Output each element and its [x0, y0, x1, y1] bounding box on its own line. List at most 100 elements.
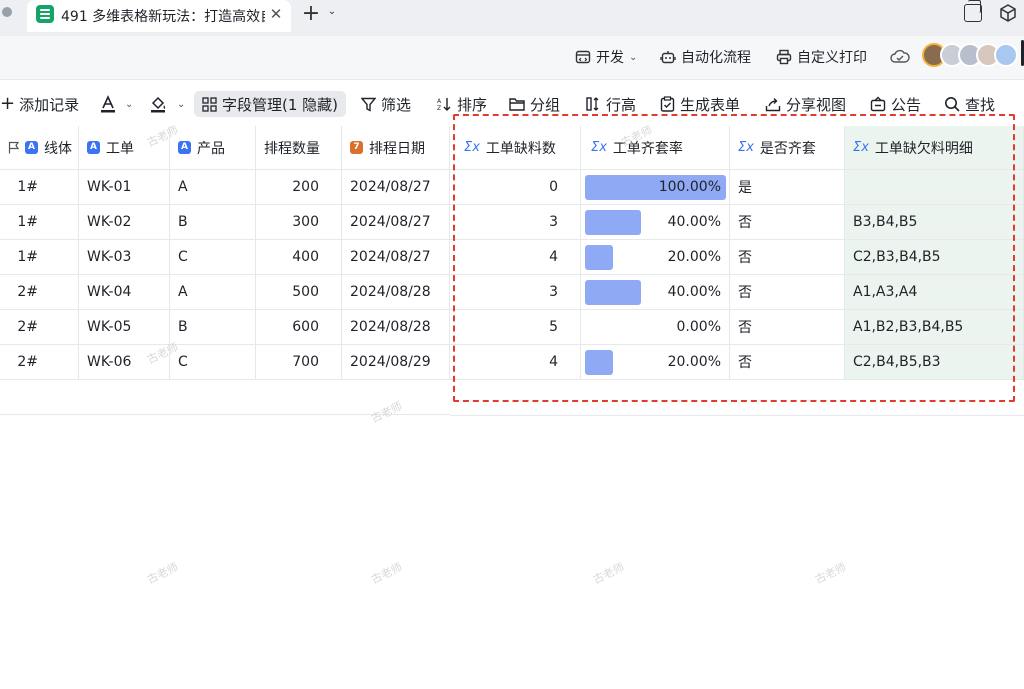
restore-window-icon[interactable]: [964, 0, 982, 22]
column-header-qty[interactable]: 排程数量: [256, 126, 342, 170]
cell-line[interactable]: 2#: [0, 345, 79, 380]
cell-date[interactable]: 2024/08/29: [342, 345, 450, 380]
column-header-label: 工单缺欠料明细: [874, 140, 973, 157]
cell-date[interactable]: 2024/08/27: [342, 170, 450, 205]
cell-rate[interactable]: 20.00%: [581, 345, 730, 380]
text-color-button[interactable]: ⌄: [96, 91, 137, 117]
grid-bottom-divider: [450, 415, 1024, 416]
tab-title: 491 多维表格新玩法：打造高效自动化: [61, 9, 265, 25]
avatar[interactable]: [994, 43, 1018, 67]
cell-product[interactable]: A: [170, 275, 256, 310]
close-icon[interactable]: ✕: [267, 5, 285, 23]
cell-value: 1#: [17, 214, 38, 230]
cell-product[interactable]: C: [170, 240, 256, 275]
prev-tab-indicator[interactable]: [2, 7, 12, 17]
cell-qty[interactable]: 600: [256, 310, 342, 345]
cell-shortage[interactable]: 4: [450, 240, 581, 275]
cell-date[interactable]: 2024/08/27: [342, 240, 450, 275]
cell-rate[interactable]: 100.00%: [581, 170, 730, 205]
fill-color-button[interactable]: ⌄: [146, 91, 189, 117]
cell-rate[interactable]: 20.00%: [581, 240, 730, 275]
cell-shortage[interactable]: 3: [450, 275, 581, 310]
cell-complete[interactable]: 否: [730, 205, 845, 240]
dev-menu-button[interactable]: 开发 ⌄: [575, 46, 637, 68]
field-manage-button[interactable]: 字段管理(1 隐藏): [194, 91, 347, 117]
cell-qty[interactable]: 400: [256, 240, 342, 275]
column-header-detail[interactable]: Σx 工单缺欠料明细: [845, 126, 1024, 170]
active-tab[interactable]: 491 多维表格新玩法：打造高效自动化 ✕: [27, 0, 291, 32]
add-record-button[interactable]: + 添加记录: [0, 91, 83, 117]
cell-shortage[interactable]: 3: [450, 205, 581, 240]
cell-detail[interactable]: A1,A3,A4: [845, 275, 1024, 310]
cell-product[interactable]: A: [170, 170, 256, 205]
cell-detail[interactable]: [845, 170, 1024, 205]
column-header-complete[interactable]: Σx 是否齐套: [730, 126, 845, 170]
folder-icon: [509, 98, 525, 111]
notice-button[interactable]: 公告: [866, 91, 925, 117]
cell-detail[interactable]: A1,B2,B3,B4,B5: [845, 310, 1024, 345]
cube-icon[interactable]: [998, 3, 1018, 23]
cell-complete[interactable]: 否: [730, 275, 845, 310]
sort-button[interactable]: AZ 排序: [432, 91, 491, 117]
cell-date[interactable]: 2024/08/28: [342, 275, 450, 310]
svg-text:Z: Z: [437, 105, 441, 112]
cell-order[interactable]: WK-01: [79, 170, 170, 205]
automation-button[interactable]: 自动化流程: [660, 46, 751, 68]
cell-qty[interactable]: 500: [256, 275, 342, 310]
cell-qty[interactable]: 300: [256, 205, 342, 240]
chevron-down-icon[interactable]: ⌄: [326, 6, 338, 20]
group-button[interactable]: 分组: [505, 91, 564, 117]
cell-qty[interactable]: 700: [256, 345, 342, 380]
custom-print-button[interactable]: 自定义打印: [776, 46, 867, 68]
cell-shortage[interactable]: 0: [450, 170, 581, 205]
generate-form-label: 生成表单: [680, 95, 741, 114]
cell-date[interactable]: 2024/08/27: [342, 205, 450, 240]
cell-shortage[interactable]: 4: [450, 345, 581, 380]
cell-line[interactable]: 1#: [0, 240, 79, 275]
cell-detail[interactable]: C2,B4,B5,B3: [845, 345, 1024, 380]
new-tab-icon[interactable]: +: [301, 2, 321, 26]
cell-rate[interactable]: 40.00%: [581, 275, 730, 310]
cell-complete[interactable]: 否: [730, 310, 845, 345]
filter-button[interactable]: 筛选: [357, 91, 415, 117]
cell-line[interactable]: 2#: [0, 275, 79, 310]
watermark: 古老师: [369, 560, 405, 587]
cell-complete[interactable]: 否: [730, 345, 845, 380]
dev-label: 开发: [596, 50, 624, 66]
cell-order[interactable]: WK-03: [79, 240, 170, 275]
share-view-button[interactable]: 分享视图: [761, 91, 850, 117]
cell-product[interactable]: C: [170, 345, 256, 380]
cell-rate[interactable]: 40.00%: [581, 205, 730, 240]
collaborator-avatars[interactable]: [922, 43, 1022, 69]
cell-product[interactable]: B: [170, 205, 256, 240]
column-header-rate[interactable]: Σx 工单齐套率: [581, 126, 730, 170]
column-header-line[interactable]: A 线体: [0, 126, 79, 170]
cell-date[interactable]: 2024/08/28: [342, 310, 450, 345]
progress-bar: [585, 350, 613, 375]
cell-line[interactable]: 1#: [0, 205, 79, 240]
column-header-date[interactable]: 7 排程日期: [342, 126, 450, 170]
cell-rate[interactable]: 0.00%: [581, 310, 730, 345]
generate-form-button[interactable]: 生成表单: [656, 91, 744, 117]
cell-detail[interactable]: C2,B3,B4,B5: [845, 240, 1024, 275]
column-header-product[interactable]: A 产品: [170, 126, 256, 170]
column-header-shortage[interactable]: Σx 工单缺料数: [450, 126, 581, 170]
rate-text: 0.00%: [676, 319, 721, 335]
cell-detail[interactable]: B3,B4,B5: [845, 205, 1024, 240]
cell-order[interactable]: WK-02: [79, 205, 170, 240]
cell-product[interactable]: B: [170, 310, 256, 345]
cell-line[interactable]: 2#: [0, 310, 79, 345]
cell-value: B: [178, 319, 188, 335]
cell-complete[interactable]: 是: [730, 170, 845, 205]
row-height-button[interactable]: 行高: [581, 91, 640, 117]
cell-order[interactable]: WK-04: [79, 275, 170, 310]
cell-order[interactable]: WK-05: [79, 310, 170, 345]
cell-shortage[interactable]: 5: [450, 310, 581, 345]
cell-value: 3: [549, 284, 558, 300]
cell-qty[interactable]: 200: [256, 170, 342, 205]
cell-value: 4: [549, 354, 558, 370]
cell-line[interactable]: 1#: [0, 170, 79, 205]
cell-complete[interactable]: 否: [730, 240, 845, 275]
find-button[interactable]: 查找: [940, 91, 999, 117]
rate-text: 100.00%: [658, 179, 721, 195]
